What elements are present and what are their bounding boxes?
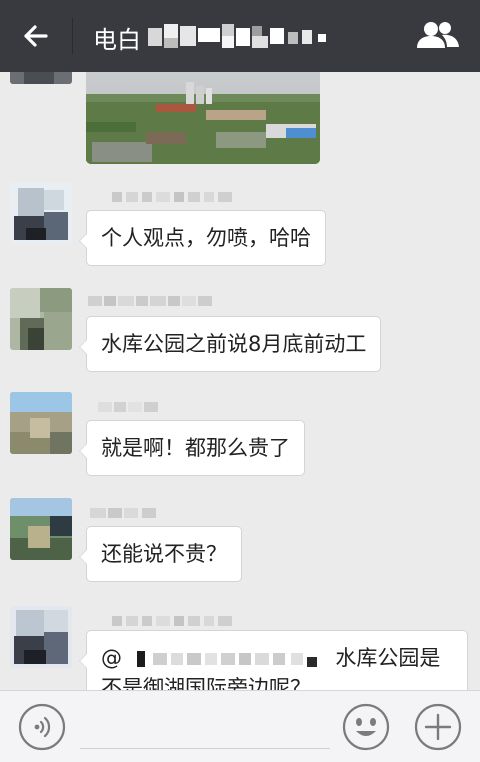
- back-arrow-icon: [24, 25, 48, 47]
- message-text: 个人观点，勿喷，哈哈: [101, 226, 311, 250]
- sender-avatar[interactable]: [10, 392, 72, 454]
- message-text: 还能说不贵？: [101, 542, 227, 566]
- message-text: 水库公园是: [335, 646, 441, 670]
- sender-nickname-redacted: [112, 192, 232, 202]
- group-members-icon: [417, 22, 459, 48]
- chat-message-list[interactable]: 个人观点，勿喷，哈哈 水库公园之前说8月底前动工 就是啊！都那么贵了 还能说不贵…: [0, 72, 480, 690]
- shared-photo[interactable]: [86, 72, 320, 164]
- message-bubble[interactable]: 个人观点，勿喷，哈哈: [79, 210, 326, 266]
- sender-nickname-redacted: [90, 508, 156, 518]
- plus-icon: [414, 703, 462, 751]
- message-text: 就是啊！都那么贵了: [101, 436, 290, 460]
- group-info-button[interactable]: [414, 18, 462, 54]
- sender-avatar[interactable]: [10, 606, 72, 668]
- back-button[interactable]: [18, 18, 58, 54]
- more-actions-button[interactable]: [414, 703, 462, 751]
- chat-message: 水库公园之前说8月底前动工: [0, 286, 480, 382]
- sender-avatar[interactable]: [10, 498, 72, 560]
- chat-header: 电白: [0, 0, 480, 72]
- chat-message: @ 水库公园是 不是御湖国际旁边呢？: [0, 604, 480, 690]
- mention-at: @: [101, 646, 122, 670]
- emoji-icon: [342, 703, 390, 751]
- message-bubble[interactable]: 还能说不贵？: [79, 526, 242, 582]
- chat-message: 个人观点，勿喷，哈哈: [0, 180, 480, 276]
- message-input[interactable]: [80, 711, 330, 749]
- chat-message: 还能说不贵？: [0, 496, 480, 592]
- header-divider: [72, 18, 73, 54]
- message-text-line2: 不是御湖国际旁边呢？: [101, 676, 311, 690]
- message-bubble[interactable]: 水库公园之前说8月底前动工: [78, 316, 382, 372]
- voice-input-button[interactable]: [18, 703, 66, 751]
- sender-avatar[interactable]: [10, 288, 72, 350]
- title-redacted-mosaic: [148, 24, 326, 48]
- chat-title: 电白: [93, 26, 141, 54]
- message-bubble[interactable]: @ 水库公园是 不是御湖国际旁边呢？: [79, 630, 468, 690]
- sender-nickname-redacted: [112, 616, 232, 626]
- chat-input-bar: [0, 690, 480, 762]
- voice-icon: [18, 703, 66, 751]
- sender-avatar[interactable]: [10, 72, 72, 84]
- message-bubble[interactable]: 就是啊！都那么贵了: [79, 420, 305, 476]
- emoji-button[interactable]: [342, 703, 390, 751]
- chat-message-image: [0, 72, 480, 164]
- sender-avatar[interactable]: [10, 182, 72, 244]
- sender-nickname-redacted: [88, 296, 212, 306]
- chat-message: 就是啊！都那么贵了: [0, 390, 480, 486]
- mention-name-redacted: [136, 651, 317, 667]
- message-text: 水库公园之前说8月底前动工: [101, 332, 367, 356]
- sender-nickname-redacted: [98, 402, 158, 412]
